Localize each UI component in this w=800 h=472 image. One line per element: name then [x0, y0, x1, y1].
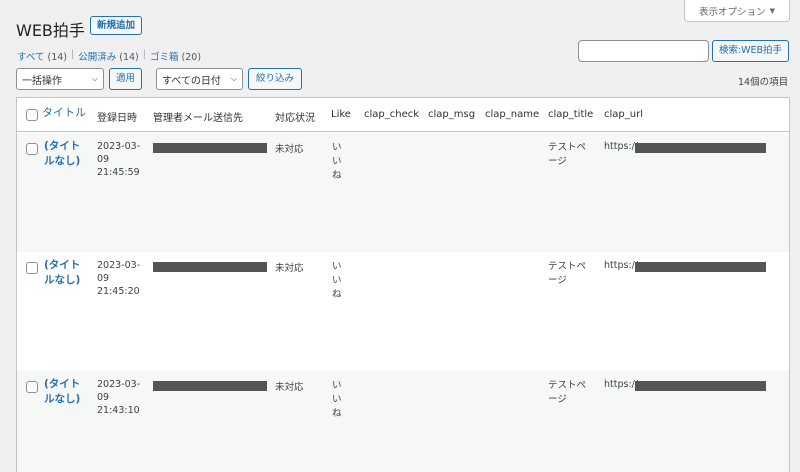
- column-clap-check: clap_check: [364, 109, 420, 120]
- row-status: 未対応: [275, 144, 304, 155]
- row-status: 未対応: [275, 263, 304, 274]
- row-date: 2023-03-09 21:45:20: [97, 260, 141, 297]
- redacted-email: [153, 381, 267, 391]
- redacted-email: [153, 143, 267, 153]
- table-header: タイトル 登録日時 管理者メール送信先 対応状況 Like clap_check…: [17, 98, 789, 132]
- view-all-link[interactable]: すべて (14): [17, 49, 67, 63]
- screen-options-label: 表示オプション: [699, 6, 766, 18]
- row-clap-title: テストページ: [548, 261, 587, 286]
- row-date: 2023-03-09 21:45:59: [97, 141, 141, 178]
- chevron-down-icon: ⌵: [230, 74, 237, 83]
- separator: |: [71, 49, 75, 60]
- chevron-down-icon: ⌵: [91, 74, 98, 83]
- table-row: (タイトルなし) 2023-03-09 21:45:59 未対応 いいね テストペ…: [17, 133, 789, 252]
- posts-table: タイトル 登録日時 管理者メール送信先 対応状況 Like clap_check…: [16, 97, 790, 472]
- row-checkbox[interactable]: [26, 262, 38, 274]
- column-clap-msg: clap_msg: [428, 109, 476, 120]
- row-checkbox[interactable]: [26, 381, 38, 393]
- apply-button[interactable]: 適用: [109, 68, 142, 90]
- row-clap-title: テストページ: [548, 142, 587, 167]
- view-filters: すべて (14) | 公開済み (14) | ゴミ箱 (20): [17, 49, 201, 63]
- caret-down-icon: ▼: [769, 6, 775, 15]
- table-row: (タイトルなし) 2023-03-09 21:43:10 未対応 いいね テストペ…: [17, 371, 789, 472]
- row-clap-url: https://: [604, 260, 639, 271]
- redacted-url: [635, 381, 766, 391]
- items-count: 14個の項目: [738, 77, 789, 88]
- column-clap-name: clap_name: [485, 109, 540, 120]
- date-filter-select[interactable]: すべての日付 ⌵: [156, 68, 243, 90]
- row-date: 2023-03-09 21:43:10: [97, 379, 141, 416]
- bulk-action-select[interactable]: 一括操作 ⌵: [16, 68, 104, 90]
- page-title: WEB拍手: [16, 21, 85, 40]
- view-published-link[interactable]: 公開済み (14): [78, 49, 139, 63]
- column-status: 対応状況: [275, 113, 315, 124]
- column-date: 登録日時: [97, 113, 137, 124]
- column-admin-email: 管理者メール送信先: [153, 113, 243, 124]
- view-trash-link[interactable]: ゴミ箱 (20): [150, 49, 201, 63]
- row-status: 未対応: [275, 382, 304, 393]
- select-all-checkbox[interactable]: [26, 109, 38, 121]
- redacted-url: [635, 262, 766, 272]
- filter-button[interactable]: 絞り込み: [248, 68, 302, 90]
- redacted-url: [635, 143, 766, 153]
- column-title[interactable]: タイトル: [42, 104, 86, 120]
- row-like: いいね: [332, 380, 342, 419]
- row-clap-url: https://: [604, 141, 639, 152]
- separator: |: [142, 49, 146, 60]
- column-clap-title: clap_title: [548, 109, 594, 120]
- add-new-button[interactable]: 新規追加: [90, 16, 143, 35]
- row-clap-title: テストページ: [548, 380, 587, 405]
- search-button[interactable]: 検索:WEB拍手: [712, 40, 789, 62]
- screen-options-button[interactable]: 表示オプション ▼: [684, 0, 790, 22]
- row-checkbox[interactable]: [26, 143, 38, 155]
- table-row: (タイトルなし) 2023-03-09 21:45:20 未対応 いいね テストペ…: [17, 252, 789, 371]
- row-like: いいね: [332, 142, 342, 181]
- row-title-link[interactable]: (タイトルなし): [44, 258, 88, 288]
- row-like: いいね: [332, 261, 342, 300]
- column-like: Like: [331, 109, 351, 120]
- row-clap-url: https://: [604, 379, 639, 390]
- row-title-link[interactable]: (タイトルなし): [44, 377, 88, 407]
- search-input[interactable]: [578, 40, 709, 62]
- row-title-link[interactable]: (タイトルなし): [44, 139, 88, 169]
- redacted-email: [153, 262, 267, 272]
- column-clap-url: clap_url: [604, 109, 643, 120]
